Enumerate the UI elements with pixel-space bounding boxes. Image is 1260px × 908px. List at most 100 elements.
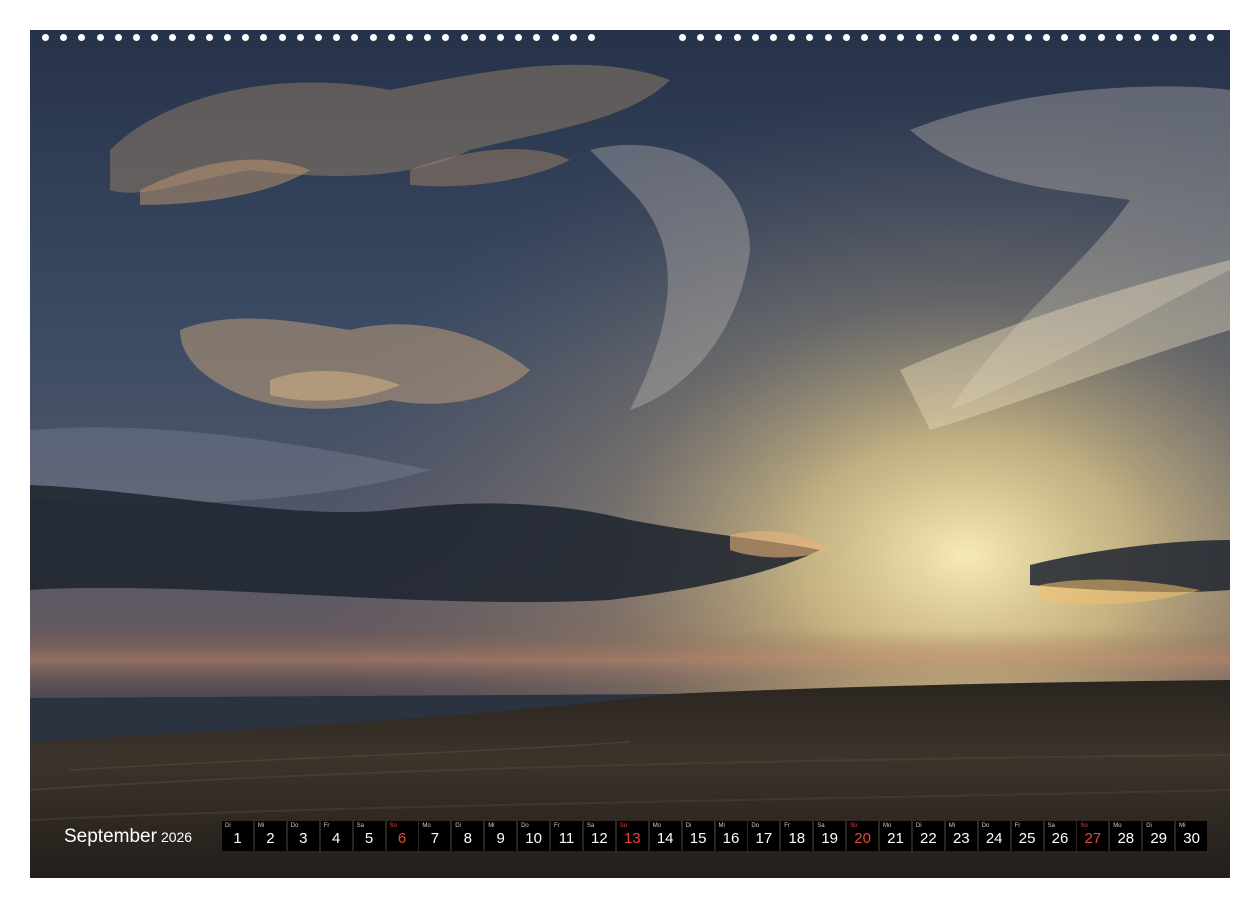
day-cell: Mi 2 xyxy=(254,821,286,851)
binding-hole xyxy=(369,34,377,41)
calendar-photo xyxy=(30,30,1230,878)
binding-hole xyxy=(733,34,741,41)
day-cell: Do 17 xyxy=(748,821,780,851)
day-cell: So 20 xyxy=(847,821,879,851)
binding-hole xyxy=(460,34,468,41)
day-cell: Do 24 xyxy=(978,821,1010,851)
day-number: 28 xyxy=(1117,830,1135,847)
binding-hole xyxy=(515,34,523,41)
day-cell: Mo 28 xyxy=(1110,821,1142,851)
weekday-label: Di xyxy=(685,823,692,829)
binding-hole xyxy=(679,34,686,41)
day-cell: Fr 18 xyxy=(781,821,813,851)
binding-hole xyxy=(715,34,723,41)
day-cell: Sa 12 xyxy=(583,821,615,851)
weekday-label: Di xyxy=(225,823,231,829)
day-number: 15 xyxy=(689,830,707,847)
binding-hole xyxy=(1079,34,1087,41)
binding-hole xyxy=(387,34,395,41)
day-cell: Fr 11 xyxy=(551,821,582,851)
binding-hole xyxy=(442,34,450,41)
binding-hole xyxy=(78,34,86,41)
sunset-landscape-photo xyxy=(30,30,1230,878)
binding-hole xyxy=(988,34,996,41)
day-number: 24 xyxy=(985,830,1003,847)
binding-hole xyxy=(770,34,777,41)
day-number: 17 xyxy=(755,830,773,847)
binding-hole xyxy=(42,34,49,41)
binding-hole xyxy=(824,34,832,41)
binding-hole xyxy=(296,34,304,41)
binding-hole xyxy=(551,34,559,41)
binding-hole xyxy=(897,34,905,41)
day-number: 19 xyxy=(821,830,839,847)
day-number: 2 xyxy=(266,830,275,847)
weekday-label: Sa xyxy=(1047,823,1055,829)
binding-hole xyxy=(1115,34,1123,41)
binding-hole xyxy=(952,34,959,41)
day-number: 23 xyxy=(952,830,970,847)
binding-hole xyxy=(187,34,195,41)
day-number: 14 xyxy=(656,830,674,847)
day-cell: Do 10 xyxy=(518,821,550,851)
weekday-label: Do xyxy=(751,823,760,829)
weekday-label: Mi xyxy=(257,823,265,829)
day-number: 27 xyxy=(1084,830,1102,847)
binding-hole xyxy=(569,34,577,41)
day-number: 8 xyxy=(463,830,472,847)
weekday-label: Mi xyxy=(488,823,495,829)
binding-hole xyxy=(278,34,286,41)
spiral-binding xyxy=(30,26,1230,46)
weekday-label: Di xyxy=(915,823,922,829)
day-number: 21 xyxy=(887,830,904,847)
weekday-label: Fr xyxy=(323,823,330,829)
binding-hole xyxy=(424,34,432,41)
day-cell: Sa 19 xyxy=(814,821,846,851)
binding-hole xyxy=(478,34,486,41)
day-cell: Di 1 xyxy=(222,821,253,851)
weekday-label: Mo xyxy=(422,823,431,829)
day-cell: Mi 16 xyxy=(715,821,747,851)
binding-hole xyxy=(697,34,705,41)
binding-hole xyxy=(879,34,887,41)
binding-hole xyxy=(60,34,68,41)
day-cell: So 13 xyxy=(616,821,648,851)
binding-hole xyxy=(497,34,504,41)
day-cell: Mo 21 xyxy=(880,821,911,851)
day-cell: Di 15 xyxy=(682,821,714,851)
day-number: 20 xyxy=(854,830,871,847)
weekday-label: Fr xyxy=(1014,823,1021,829)
weekday-label: Sa xyxy=(817,823,825,829)
day-cell: Do 3 xyxy=(287,821,319,851)
weekday-label: Do xyxy=(521,823,529,829)
day-number: 18 xyxy=(788,830,806,847)
day-number: 25 xyxy=(1018,830,1036,847)
binding-hole xyxy=(861,34,868,41)
binding-hole xyxy=(915,34,923,41)
binding-hole xyxy=(205,34,213,41)
weekday-label: Mo xyxy=(883,823,892,829)
binding-hole xyxy=(169,34,177,41)
weekday-label: Mo xyxy=(652,823,662,829)
weekday-label: Do xyxy=(981,823,990,829)
binding-hole xyxy=(224,34,231,41)
weekday-label: Mi xyxy=(718,823,725,829)
day-number: 5 xyxy=(364,830,374,847)
weekday-label: Di xyxy=(455,823,461,829)
day-number: 22 xyxy=(920,830,937,847)
day-cell: Mo 7 xyxy=(419,821,451,851)
day-cell: Mo 14 xyxy=(649,821,681,851)
day-number: 9 xyxy=(496,830,505,847)
binding-hole xyxy=(751,34,759,41)
day-number: 26 xyxy=(1051,830,1069,847)
binding-hole xyxy=(1061,34,1069,41)
binding-hole xyxy=(242,34,250,41)
binding-hole xyxy=(260,34,268,41)
binding-hole xyxy=(1024,34,1032,41)
day-cell: Di 29 xyxy=(1143,821,1175,851)
binding-hole xyxy=(151,34,159,41)
day-cell: Sa 26 xyxy=(1044,821,1076,851)
day-number: 4 xyxy=(332,830,341,847)
binding-hole xyxy=(114,34,122,41)
binding-hole xyxy=(1006,34,1014,41)
